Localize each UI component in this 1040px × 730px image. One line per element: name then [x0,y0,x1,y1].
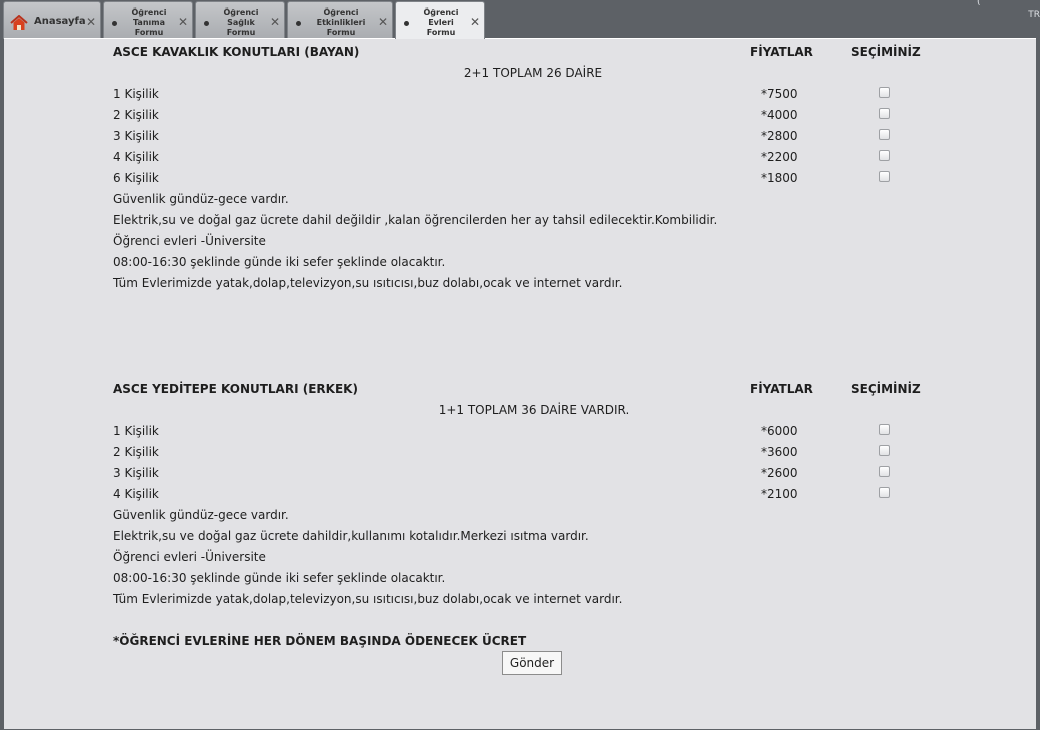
section2-option-checkbox[interactable] [879,466,890,477]
tab-label: Öğrenci Evleri Formu [423,8,459,37]
section1-row-price: *2200 [761,150,798,164]
close-icon[interactable]: ✕ [178,16,188,28]
home-icon [10,15,28,30]
section2-row-price: *3600 [761,445,798,459]
section2-note: Güvenlik gündüz-gece vardır. [113,508,289,522]
section2-row-label: 3 Kişilik [113,466,159,480]
section1-row-price: *2800 [761,129,798,143]
section2-row-price: *2600 [761,466,798,480]
section2-prices-header: FİYATLAR [750,382,813,396]
section2-option-checkbox[interactable] [879,424,890,435]
submit-button[interactable]: Gönder [502,651,562,675]
tab-student-activities-form[interactable]: Öğrenci Etkinlikleri Formu ✕ [287,1,393,39]
tab-student-housing-form[interactable]: Öğrenci Evleri Formu ✕ [395,1,485,39]
section2-note: Elektrik,su ve doğal gaz ücrete dahildir… [113,529,589,543]
section1-row-label: 1 Kişilik [113,87,159,101]
section1-note: Öğrenci evleri -Üniversite [113,234,266,248]
tab-student-health-form[interactable]: Öğrenci Sağlık Formu ✕ [195,1,285,39]
section1-option-checkbox[interactable] [879,129,890,140]
section1-title: ASCE KAVAKLIK KONUTLARI (BAYAN) [113,45,360,59]
close-icon[interactable]: ✕ [270,16,280,28]
section1-row-label: 6 Kişilik [113,171,159,185]
corner-mark: ( [977,0,981,7]
section1-note: Tüm Evlerimizde yatak,dolap,televizyon,s… [113,276,623,290]
close-icon[interactable]: ✕ [86,16,96,28]
section1-row-label: 3 Kişilik [113,129,159,143]
section2-option-checkbox[interactable] [879,445,890,456]
tab-home[interactable]: Anasayfa ✕ [3,1,101,39]
section1-subtitle: 2+1 TOPLAM 26 DAİRE [463,66,603,80]
section1-note: Güvenlik gündüz-gece vardır. [113,192,289,206]
section2-row-label: 2 Kişilik [113,445,159,459]
section1-row-label: 2 Kişilik [113,108,159,122]
tab-label: Öğrenci Sağlık Formu [223,8,259,37]
tab-label: Anasayfa [34,16,86,27]
fee-footnote: *ÖĞRENCİ EVLERİNE HER DÖNEM BAŞINDA ÖDEN… [113,634,527,648]
section1-row-price: *7500 [761,87,798,101]
section2-note: Öğrenci evleri -Üniversite [113,550,266,564]
content-panel: ASCE KAVAKLIK KONUTLARI (BAYAN) FİYATLAR… [4,38,1036,729]
section2-row-label: 1 Kişilik [113,424,159,438]
section2-option-checkbox[interactable] [879,487,890,498]
section1-option-checkbox[interactable] [879,150,890,161]
section1-row-label: 4 Kişilik [113,150,159,164]
section2-title: ASCE YEDİTEPE KONUTLARI (ERKEK) [113,382,358,396]
section2-row-price: *2100 [761,487,798,501]
section2-note: 08:00-16:30 şeklinde günde iki sefer şek… [113,571,446,585]
tab-student-info-form[interactable]: Öğrenci Tanıma Formu ✕ [103,1,193,39]
section2-subtitle: 1+1 TOPLAM 36 DAİRE VARDIR. [438,403,630,417]
section1-row-price: *1800 [761,171,798,185]
bullet-icon [204,21,209,26]
close-icon[interactable]: ✕ [470,16,480,28]
bullet-icon [404,21,409,26]
tab-label: Öğrenci Etkinlikleri Formu [316,8,366,37]
section1-option-checkbox[interactable] [879,108,890,119]
section1-note: Elektrik,su ve doğal gaz ücrete dahil de… [113,213,718,227]
section1-prices-header: FİYATLAR [750,45,813,59]
section1-note: 08:00-16:30 şeklinde günde iki sefer şek… [113,255,446,269]
bullet-icon [296,21,301,26]
section2-note: Tüm Evlerimizde yatak,dolap,televizyon,s… [113,592,623,606]
language-indicator[interactable]: TR [1028,10,1040,20]
section2-row-price: *6000 [761,424,798,438]
tab-label: Öğrenci Tanıma Formu [131,8,167,37]
section2-choice-header: SEÇİMİNİZ [851,382,921,396]
section2-row-label: 4 Kişilik [113,487,159,501]
section1-option-checkbox[interactable] [879,171,890,182]
section1-option-checkbox[interactable] [879,87,890,98]
section1-choice-header: SEÇİMİNİZ [851,45,921,59]
section1-row-price: *4000 [761,108,798,122]
close-icon[interactable]: ✕ [378,16,388,28]
bullet-icon [112,21,117,26]
